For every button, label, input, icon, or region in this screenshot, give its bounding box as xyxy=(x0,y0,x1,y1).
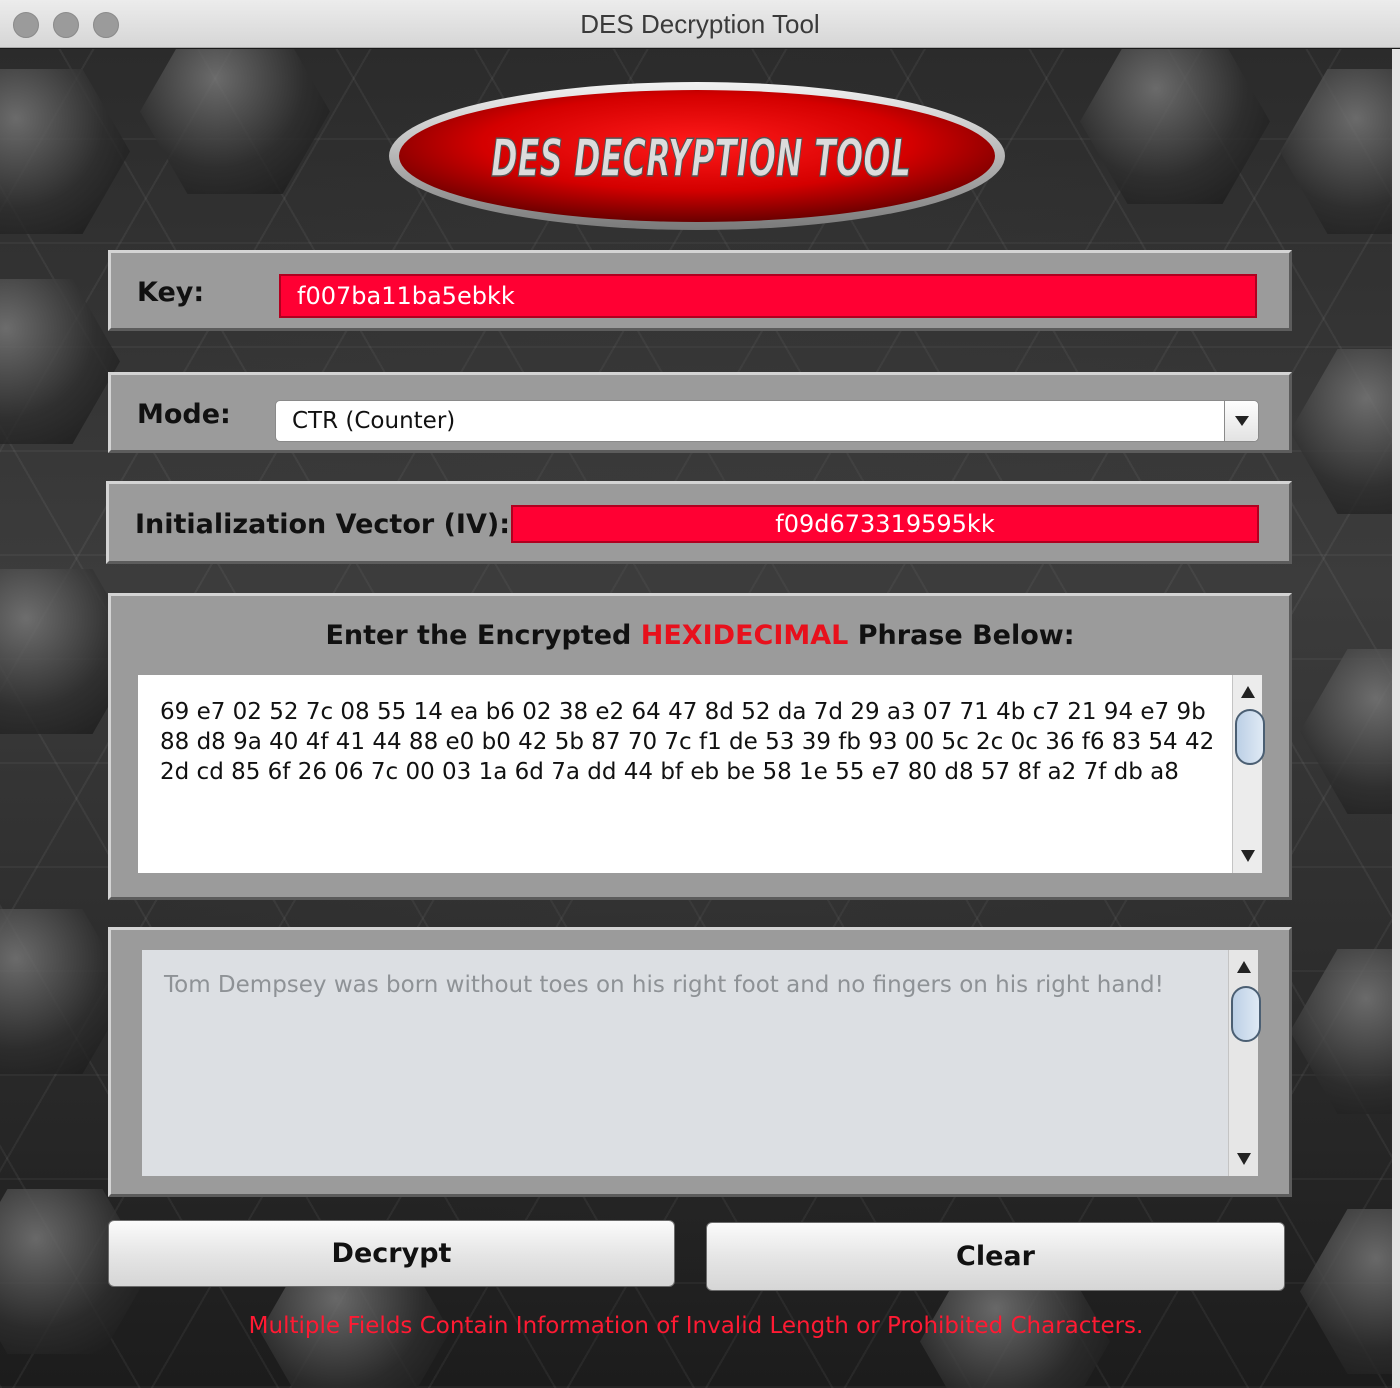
mode-select[interactable]: CTR (Counter) xyxy=(275,400,1259,442)
arrow-up-icon[interactable] xyxy=(1233,677,1263,707)
ciphertext-scroll-thumb[interactable] xyxy=(1235,709,1265,765)
plaintext-panel: Tom Dempsey was born without toes on his… xyxy=(108,927,1292,1197)
ciphertext-heading: Enter the Encrypted HEXIDECIMAL Phrase B… xyxy=(111,620,1289,651)
mode-panel: Mode: CTR (Counter) xyxy=(108,372,1292,453)
iv-input[interactable]: f09d673319595kk xyxy=(511,505,1259,543)
iv-panel: Initialization Vector (IV): f09d67331959… xyxy=(106,481,1292,564)
iv-label: Initialization Vector (IV): xyxy=(135,509,511,540)
chevron-down-icon[interactable] xyxy=(1224,401,1258,441)
arrow-down-icon[interactable] xyxy=(1229,1144,1259,1174)
ciphertext-textarea[interactable]: 69 e7 02 52 7c 08 55 14 ea b6 02 38 e2 6… xyxy=(138,675,1265,873)
mode-select-value: CTR (Counter) xyxy=(292,408,456,434)
plaintext-output[interactable]: Tom Dempsey was born without toes on his… xyxy=(142,950,1261,1176)
key-value: f007ba11ba5ebkk xyxy=(297,282,515,310)
ciphertext-heading-suffix: Phrase Below: xyxy=(848,620,1075,651)
arrow-down-icon[interactable] xyxy=(1233,841,1263,871)
ciphertext-heading-highlight: HEXIDECIMAL xyxy=(640,620,849,651)
window-edge xyxy=(1392,49,1400,1388)
plaintext-scroll-thumb[interactable] xyxy=(1231,986,1261,1042)
clear-button[interactable]: Clear xyxy=(706,1222,1285,1291)
key-input[interactable]: f007ba11ba5ebkk xyxy=(279,274,1257,318)
plaintext-value: Tom Dempsey was born without toes on his… xyxy=(164,972,1164,998)
iv-value: f09d673319595kk xyxy=(775,510,995,538)
status-error-message: Multiple Fields Contain Information of I… xyxy=(248,1313,1144,1339)
decrypt-button[interactable]: Decrypt xyxy=(108,1220,675,1287)
arrow-up-icon[interactable] xyxy=(1229,952,1259,982)
window-titlebar: DES Decryption Tool xyxy=(0,0,1400,48)
key-label: Key: xyxy=(137,277,205,308)
logo-text: DES DECRYPTION TOOL xyxy=(491,129,911,189)
window-title: DES Decryption Tool xyxy=(580,9,820,39)
app-logo: DES DECRYPTION TOOL xyxy=(385,78,1009,234)
plaintext-scrollbar[interactable] xyxy=(1228,950,1261,1176)
ciphertext-panel: Enter the Encrypted HEXIDECIMAL Phrase B… xyxy=(108,593,1292,900)
key-panel: Key: f007ba11ba5ebkk xyxy=(108,250,1292,331)
mode-label: Mode: xyxy=(137,399,231,430)
ciphertext-scrollbar[interactable] xyxy=(1232,675,1265,873)
ciphertext-value: 69 e7 02 52 7c 08 55 14 ea b6 02 38 e2 6… xyxy=(160,699,1222,785)
ciphertext-heading-prefix: Enter the Encrypted xyxy=(325,620,641,651)
